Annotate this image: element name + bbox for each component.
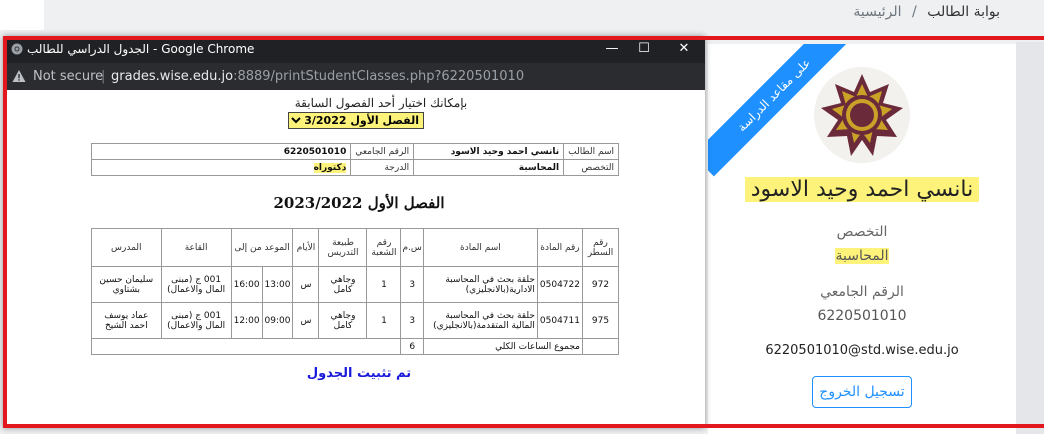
row-no-cell: 972 [582, 266, 619, 303]
id-value: 6220501010 [817, 308, 907, 324]
table-row: 975 0504711 حلقة بحث في المحاسبة المالية… [91, 302, 619, 339]
email-text: 6220501010@std.wise.edu.jo [765, 343, 959, 358]
credits-cell: 3 [400, 302, 424, 339]
top-left-strip [0, 0, 44, 30]
choose-semester-text: بإمكانك اختيار أحد الفصول السابقة [294, 96, 468, 110]
col-row-no: رقم السطر [582, 228, 619, 267]
url-divider: | [101, 69, 106, 84]
col-course-name: اسم المادة [422, 228, 538, 267]
section-cell: 1 [366, 266, 402, 303]
specialization-value: المحاسبة [708, 248, 1016, 264]
url-text[interactable]: grades.wise.edu.jo:8889/printStudentClas… [111, 69, 524, 84]
col-section: رقم الشعبة [366, 228, 402, 267]
window-title: الجدول الدراسي للطالب - Google Chrome [27, 42, 255, 56]
instructor-cell: عماد يوسف احمد الشيخ [91, 302, 162, 339]
time-from-cell: 13:00 [261, 266, 294, 303]
days-cell: س [292, 266, 320, 303]
room-cell: 001 ج (مبنى المال والاعمال) [160, 302, 232, 339]
total-filler-cell [90, 338, 402, 355]
degree-label: الدرجة [350, 159, 415, 176]
name-label: اسم الطالب [563, 143, 619, 160]
id-label: الرقم الجامعي [820, 284, 904, 300]
name-value: نانسي احمد وحيد الاسود [413, 143, 565, 160]
major-label: التخصص [563, 159, 619, 176]
popup-content: بإمكانك اختيار أحد الفصول السابقة الفصل … [3, 90, 705, 428]
university-id-label: الرقم الجامعي [350, 143, 415, 160]
time-from-cell: 09:00 [261, 302, 294, 339]
col-course-no: رقم المادة [536, 228, 584, 267]
total-hours-label: مجموع الساعات الكلي [422, 338, 584, 355]
specialization-value-text: المحاسبة [835, 248, 889, 264]
col-instructor: المدرس [91, 228, 162, 267]
url-path: :8889/printStudentClasses.php?6220501010 [233, 69, 525, 84]
university-id-value: 6220501010 [90, 143, 352, 160]
breadcrumb: بوابة الطالب / الرئيسية [853, 4, 1000, 20]
close-icon[interactable]: ✕ [675, 40, 693, 58]
col-credits: س.م [400, 228, 424, 267]
time-to-cell: 16:00 [230, 266, 263, 303]
address-bar[interactable]: Not secure | grades.wise.edu.jo:8889/pri… [3, 63, 705, 90]
university-logo [814, 67, 910, 163]
room-cell: 001 ج (مبنى المال والاعمال) [160, 266, 232, 303]
student-name-text: نانسي احمد وحيد الاسود [744, 177, 980, 202]
semester-select[interactable]: الفصل الأول 2023/2022 [288, 112, 424, 129]
table-row: 972 0504722 حلقة بحث في المحاسبة الاداري… [91, 266, 619, 303]
not-secure-label[interactable]: Not secure [33, 69, 103, 84]
classes-table: رقم السطر رقم المادة اسم المادة س.م رقم … [90, 228, 619, 355]
major-value: المحاسبة [413, 159, 565, 176]
instructor-cell: سليمان حسين بشتاوي [91, 266, 162, 303]
schedule-fixed-message: تم تثبيت الجدول [306, 366, 412, 381]
warning-icon [12, 70, 26, 82]
course-name-cell: حلقة بحث في المحاسبة الادارية(بالانجليزي… [422, 266, 538, 303]
specialization-label: التخصص [836, 224, 888, 240]
url-host: grades.wise.edu.jo [111, 69, 234, 84]
teaching-type-cell: وجاهي كامل [318, 266, 368, 303]
logout-button[interactable]: تسجيل الخروج [812, 376, 912, 408]
row-no-cell: 975 [582, 302, 619, 339]
degree-value-text: دكتوراه [313, 162, 347, 173]
col-days: الأيام [292, 228, 320, 267]
student-info-table: اسم الطالب نانسي احمد وحيد الاسود الرقم … [90, 143, 619, 176]
course-name-cell: حلقة بحث في المحاسبة المالية المتقدمة(با… [422, 302, 538, 339]
student-name: نانسي احمد وحيد الاسود [708, 177, 1016, 202]
breadcrumb-home-link[interactable]: الرئيسية [853, 4, 901, 20]
window-title-bar: الجدول الدراسي للطالب - Google Chrome — … [3, 36, 705, 63]
classes-header-row: رقم السطر رقم المادة اسم المادة س.م رقم … [91, 228, 619, 267]
credits-cell: 3 [400, 266, 424, 303]
col-teaching-type: طبيعة التدريس [318, 228, 368, 267]
total-empty-cell [582, 338, 619, 355]
page-right-edge [1016, 42, 1044, 434]
breadcrumb-separator: / [912, 4, 917, 20]
university-emblem-icon [821, 74, 903, 156]
chrome-app-icon [11, 43, 23, 55]
degree-value: دكتوراه [90, 159, 352, 176]
top-bar: بوابة الطالب / الرئيسية [0, 0, 1044, 30]
total-hours-value: 6 [400, 338, 424, 355]
time-to-cell: 12:00 [230, 302, 263, 339]
semester-heading: الفصل الأول 2023/2022 [273, 194, 445, 212]
col-room: القاعة [160, 228, 232, 267]
col-time: الموعد من إلى [230, 228, 294, 267]
minimize-icon[interactable]: — [603, 40, 621, 58]
section-cell: 1 [366, 302, 402, 339]
total-row: مجموع الساعات الكلي 6 [90, 338, 619, 355]
breadcrumb-current: بوابة الطالب [927, 4, 1000, 20]
days-cell: س [292, 302, 320, 339]
course-no-cell: 0504711 [536, 302, 584, 339]
chrome-popup-window: الجدول الدراسي للطالب - Google Chrome — … [3, 36, 705, 428]
student-profile-card: على مقاعد الدراسة نانسي احمد وحيد الاسود… [708, 44, 1016, 434]
maximize-icon[interactable]: ☐ [635, 40, 653, 58]
course-no-cell: 0504722 [536, 266, 584, 303]
teaching-type-cell: وجاهي كامل [318, 302, 368, 339]
